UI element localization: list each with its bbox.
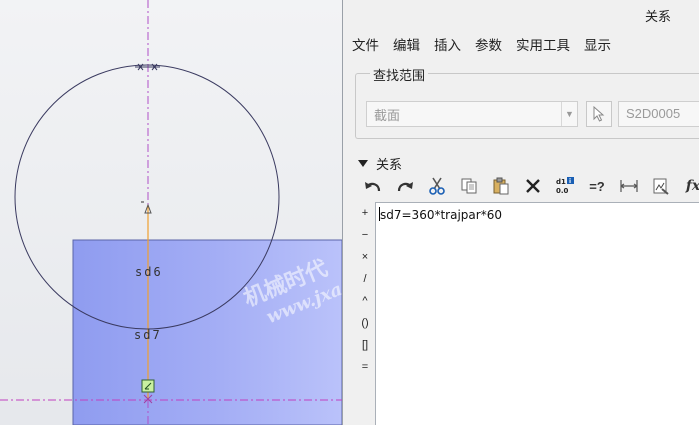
- sketch-viewport[interactable]: sd6 sd7 机械时代 www.jxag: [0, 0, 342, 425]
- title-bar[interactable]: 关系: [343, 0, 699, 27]
- dimension-label-sd7[interactable]: sd7: [134, 328, 162, 342]
- redo-icon[interactable]: [389, 174, 421, 198]
- solid-feature: [72, 239, 342, 425]
- operator-brackets[interactable]: []: [357, 334, 373, 356]
- menu-parameters[interactable]: 参数: [475, 34, 502, 54]
- menu-utilities[interactable]: 实用工具: [516, 34, 570, 54]
- unit-icon[interactable]: [645, 174, 677, 198]
- operator-power[interactable]: ^: [357, 290, 373, 312]
- menu-file[interactable]: 文件: [352, 34, 379, 54]
- relations-header-label: 关系: [376, 157, 403, 172]
- operator-multiply[interactable]: ×: [357, 246, 373, 268]
- operator-divide[interactable]: /: [357, 268, 373, 290]
- operator-parentheses[interactable]: (): [357, 312, 373, 334]
- svg-text:0.0: 0.0: [556, 187, 569, 195]
- lookup-legend: 查找范围: [370, 65, 429, 84]
- operator-minus[interactable]: −: [357, 224, 373, 246]
- pointer-icon: [593, 106, 605, 122]
- select-object-button[interactable]: [586, 101, 612, 127]
- verify-label: =?: [589, 178, 605, 194]
- svg-text:d1: d1: [556, 178, 566, 186]
- value-toggle-icon[interactable]: d1 0.0 i: [549, 174, 581, 198]
- lookup-group: 查找范围 截面 ▼ S2D0005: [355, 65, 699, 139]
- menu-edit[interactable]: 编辑: [393, 34, 420, 54]
- chevron-down-icon: ▼: [561, 102, 577, 126]
- relations-editor[interactable]: sd7=360*trajpar*60: [375, 202, 699, 425]
- verify-icon[interactable]: =?: [581, 174, 613, 198]
- operator-plus[interactable]: +: [357, 202, 373, 224]
- relations-section-header[interactable]: 关系: [358, 154, 402, 173]
- cut-icon[interactable]: [421, 174, 453, 198]
- sketch-canvas: [0, 0, 342, 425]
- dialog-title: 关系: [644, 9, 671, 24]
- insert-dimension-icon[interactable]: [613, 174, 645, 198]
- paste-icon[interactable]: [485, 174, 517, 198]
- relation-text: sd7=360*trajpar*60: [380, 208, 502, 222]
- operator-equals[interactable]: =: [357, 356, 373, 378]
- menu-display[interactable]: 显示: [584, 34, 611, 54]
- lookup-object-field[interactable]: S2D0005: [618, 101, 699, 127]
- relations-toolbar: d1 0.0 i =? fx: [357, 174, 699, 198]
- function-icon[interactable]: fx: [677, 174, 699, 198]
- undo-icon[interactable]: [357, 174, 389, 198]
- dimension-label-sd6[interactable]: sd6: [135, 265, 163, 279]
- operator-column: + − × / ^ () [] =: [357, 202, 373, 378]
- copy-icon[interactable]: [453, 174, 485, 198]
- menu-insert[interactable]: 插入: [434, 34, 461, 54]
- lookup-type-select[interactable]: 截面 ▼: [366, 101, 578, 127]
- svg-text:i: i: [569, 178, 571, 185]
- relations-dialog: 关系 文件 编辑 插入 参数 实用工具 显示 查找范围 截面 ▼ S2D0005…: [342, 0, 699, 425]
- collapse-triangle-icon: [358, 160, 368, 167]
- function-label: fx: [685, 178, 699, 194]
- menu-bar: 文件 编辑 插入 参数 实用工具 显示: [343, 27, 699, 61]
- delete-icon[interactable]: [517, 174, 549, 198]
- lookup-type-value: 截面: [374, 107, 401, 123]
- relation-line: sd7=360*trajpar*60: [379, 207, 502, 222]
